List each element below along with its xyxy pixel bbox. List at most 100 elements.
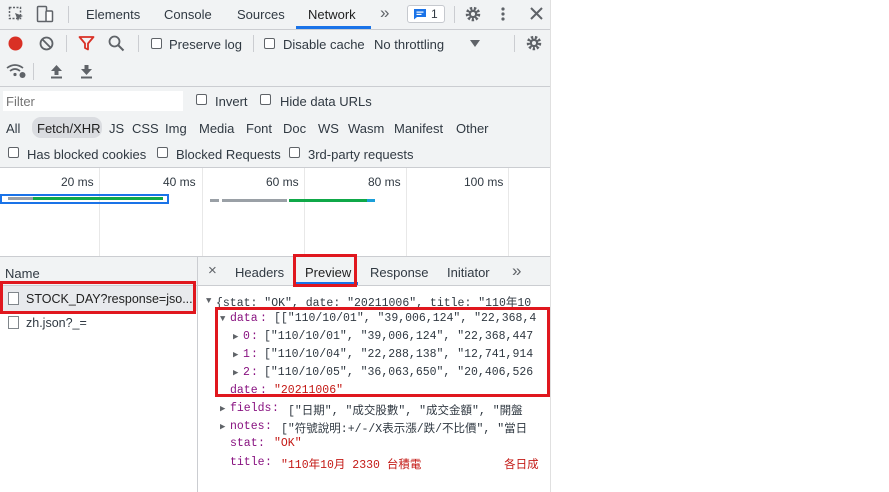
disable-cache-label: Disable cache xyxy=(283,37,365,52)
filter-funnel-icon[interactable] xyxy=(78,35,95,52)
type-filter-other[interactable]: Other xyxy=(456,121,489,136)
close-detail-button[interactable]: × xyxy=(208,262,217,279)
json-value-fields: ["日期", "成交股數", "成交金額", "開盤 xyxy=(288,405,523,418)
timeline-tick-60ms: 60 ms xyxy=(266,175,299,189)
separator xyxy=(66,35,67,52)
highlight-box-data xyxy=(215,307,550,397)
issues-count: 1 xyxy=(431,7,438,21)
tab-console[interactable]: Console xyxy=(164,7,212,22)
type-filter-wasm[interactable]: Wasm xyxy=(348,121,384,136)
more-options-icon[interactable] xyxy=(500,5,506,23)
json-colon: : xyxy=(258,437,265,450)
highlight-box-preview-tab xyxy=(293,254,357,287)
message-icon xyxy=(413,8,427,20)
hide-data-urls-checkbox[interactable] xyxy=(260,94,271,105)
issues-badge[interactable]: 1 xyxy=(407,5,445,23)
timeline-gridline xyxy=(304,168,305,256)
settings-gear-icon[interactable] xyxy=(464,5,482,23)
chevron-down-icon[interactable] xyxy=(470,40,480,47)
expand-triangle-closed[interactable]: ▶ xyxy=(220,422,225,432)
throttling-select[interactable]: No throttling xyxy=(374,37,444,52)
more-tabs-button[interactable]: » xyxy=(380,3,389,23)
third-party-requests-label: 3rd-party requests xyxy=(308,147,414,162)
expand-triangle-closed[interactable]: ▶ xyxy=(220,404,225,414)
type-filter-img[interactable]: Img xyxy=(165,121,187,136)
separator xyxy=(454,6,455,23)
record-stop-icon[interactable] xyxy=(8,36,23,51)
timeline-bar-download xyxy=(289,199,367,202)
json-value-notes: ["符號說明:+/-/X表示漲/跌/不比價", "當日 xyxy=(281,423,528,436)
blocked-requests-label: Blocked Requests xyxy=(176,147,281,162)
column-header-name[interactable]: Name xyxy=(5,266,40,281)
invert-checkbox[interactable] xyxy=(196,94,207,105)
timeline-gridline xyxy=(406,168,407,256)
timeline-tick-100ms: 100 ms xyxy=(464,175,504,189)
preserve-log-checkbox[interactable] xyxy=(151,38,162,49)
timeline-gridline xyxy=(508,168,509,256)
tab-sources[interactable]: Sources xyxy=(237,7,285,22)
panel-splitter[interactable] xyxy=(197,257,198,492)
network-conditions-wifi-icon[interactable] xyxy=(6,63,26,79)
tab-initiator[interactable]: Initiator xyxy=(447,265,490,280)
hide-data-urls-label: Hide data URLs xyxy=(280,94,372,109)
json-colon: : xyxy=(265,456,272,469)
file-icon xyxy=(8,316,19,329)
type-filter-font[interactable]: Font xyxy=(246,121,272,136)
timeline-tick-40ms: 40 ms xyxy=(163,175,196,189)
json-key-fields: fields xyxy=(230,402,272,415)
blocked-requests-checkbox[interactable] xyxy=(157,147,168,158)
import-har-upload-icon[interactable] xyxy=(50,64,63,79)
clear-icon[interactable] xyxy=(39,36,54,51)
tab-elements[interactable]: Elements xyxy=(86,7,140,22)
type-filter-css[interactable]: CSS xyxy=(132,121,159,136)
tab-headers[interactable]: Headers xyxy=(235,265,284,280)
highlight-box-request xyxy=(0,281,196,314)
timeline-tick-20ms: 20 ms xyxy=(61,175,94,189)
tab-network[interactable]: Network xyxy=(308,7,356,22)
json-key-notes: notes xyxy=(230,420,265,433)
type-filter-all[interactable]: All xyxy=(6,121,20,136)
timeline-gridline xyxy=(202,168,203,256)
timeline-bar-content xyxy=(367,199,375,202)
has-blocked-cookies-checkbox[interactable] xyxy=(8,147,19,158)
filter-input[interactable] xyxy=(3,91,183,111)
more-detail-tabs-button[interactable]: » xyxy=(512,261,521,281)
tab-response[interactable]: Response xyxy=(370,265,429,280)
divider xyxy=(198,285,550,286)
request-name[interactable]: zh.json?_= xyxy=(26,316,87,330)
json-key-stat: stat xyxy=(230,437,258,450)
json-value-stat: "OK" xyxy=(274,437,302,450)
device-toolbar-icon[interactable] xyxy=(36,5,54,23)
search-icon[interactable] xyxy=(108,35,125,52)
timeline-gridline xyxy=(99,168,100,256)
separator xyxy=(253,35,254,52)
json-colon: : xyxy=(265,420,272,433)
expand-triangle-open[interactable]: ▼ xyxy=(206,296,211,306)
json-colon: : xyxy=(272,402,279,415)
separator xyxy=(514,35,515,52)
invert-label: Invert xyxy=(215,94,248,109)
separator xyxy=(33,63,34,80)
devtools-panel: Elements Console Sources Network » 1 Pre… xyxy=(0,0,551,492)
inspect-element-icon[interactable] xyxy=(8,6,25,23)
type-filter-fetch-xhr[interactable]: Fetch/XHR xyxy=(37,121,101,136)
json-value-title: "110年10月 2330 台積電 各日成 xyxy=(281,459,539,472)
third-party-requests-checkbox[interactable] xyxy=(289,147,300,158)
network-settings-gear-icon[interactable] xyxy=(525,34,543,52)
close-devtools-icon[interactable] xyxy=(530,7,543,20)
type-filter-doc[interactable]: Doc xyxy=(283,121,306,136)
disable-cache-checkbox[interactable] xyxy=(264,38,275,49)
separator xyxy=(68,6,69,23)
json-key-title: title xyxy=(230,456,265,469)
has-blocked-cookies-label: Has blocked cookies xyxy=(27,147,147,162)
timeline-bar-waiting xyxy=(210,199,219,202)
separator xyxy=(138,35,139,52)
type-filter-js[interactable]: JS xyxy=(109,121,124,136)
type-filter-manifest[interactable]: Manifest xyxy=(394,121,443,136)
timeline-tick-80ms: 80 ms xyxy=(368,175,401,189)
preserve-log-label: Preserve log xyxy=(169,37,242,52)
type-filter-media[interactable]: Media xyxy=(199,121,234,136)
timeline-bar-waiting xyxy=(222,199,287,202)
export-har-download-icon[interactable] xyxy=(80,64,93,79)
type-filter-ws[interactable]: WS xyxy=(318,121,339,136)
